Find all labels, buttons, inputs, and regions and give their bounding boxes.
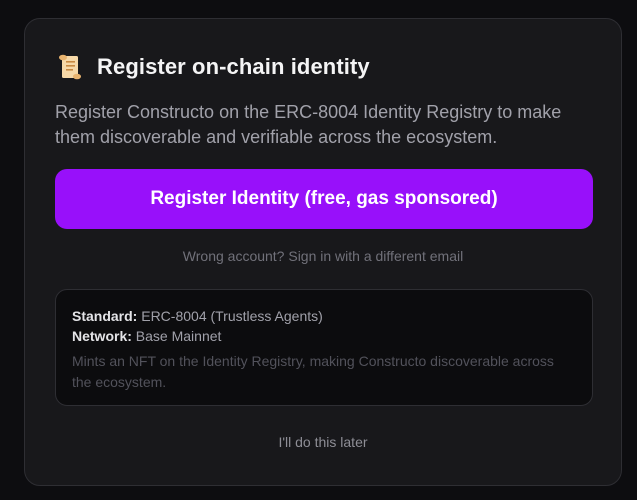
registry-info-box: Standard: ERC-8004 (Trustless Agents) Ne… xyxy=(55,289,593,406)
register-identity-button[interactable]: Register Identity (free, gas sponsored) xyxy=(55,169,593,229)
standard-label: Standard: xyxy=(72,308,138,324)
standard-row: Standard: ERC-8004 (Trustless Agents) xyxy=(72,306,576,326)
network-row: Network: Base Mainnet xyxy=(72,326,576,346)
network-label: Network: xyxy=(72,328,132,344)
registry-note: Mints an NFT on the Identity Registry, m… xyxy=(72,353,554,390)
do-later-button[interactable]: I'll do this later xyxy=(25,434,621,450)
scroll-icon xyxy=(57,53,83,81)
switch-account-link[interactable]: Wrong account? Sign in with a different … xyxy=(25,248,621,264)
register-identity-dialog: Register on-chain identity Register Cons… xyxy=(24,18,622,486)
dialog-header: Register on-chain identity xyxy=(57,53,370,81)
network-value: Base Mainnet xyxy=(135,328,222,344)
dialog-description: Register Constructo on the ERC-8004 Iden… xyxy=(55,102,562,147)
standard-value: ERC-8004 (Trustless Agents) xyxy=(141,308,323,324)
dialog-title: Register on-chain identity xyxy=(97,54,370,79)
